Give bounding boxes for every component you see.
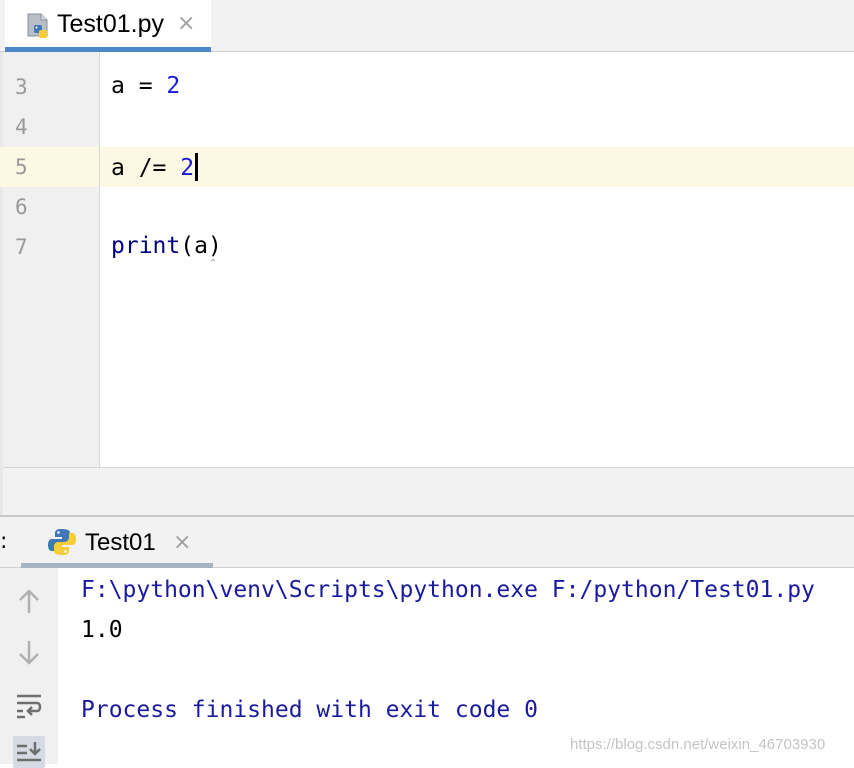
line-number: 3: [15, 75, 28, 99]
line-number-gutter[interactable]: 3 4 5 6 7: [3, 52, 100, 467]
code-line[interactable]: print(a): [0, 227, 854, 267]
editor-tab-bar: Test01.py ×: [0, 0, 854, 52]
console-output[interactable]: F:\python\venv\Scripts\python.exe F:/pyt…: [58, 568, 854, 764]
code-line-current[interactable]: a /= 2: [0, 147, 854, 187]
python-icon: [48, 529, 76, 555]
code-text: a = 2: [111, 73, 181, 99]
editor-status-strip: [3, 467, 854, 516]
code-line[interactable]: [0, 187, 854, 227]
inspection-squiggle-icon: ⌃: [209, 258, 218, 269]
close-icon[interactable]: ×: [177, 11, 195, 36]
line-number: 5: [15, 155, 28, 179]
line-number: 4: [15, 115, 28, 139]
code-line[interactable]: a = 2: [0, 67, 854, 107]
watermark: https://blog.csdn.net/weixin_46703930: [570, 736, 826, 753]
close-icon[interactable]: ×: [173, 530, 191, 555]
editor-tab-test01[interactable]: Test01.py ×: [5, 0, 211, 52]
code-line[interactable]: [0, 107, 854, 147]
code-text: print(a): [111, 233, 222, 259]
run-panel-prefix: :: [0, 529, 8, 554]
up-arrow-icon[interactable]: [13, 585, 45, 617]
line-number: 7: [15, 235, 28, 259]
text-caret: [195, 153, 199, 181]
console-output-line: 1.0: [81, 617, 123, 643]
run-tab-label: Test01: [85, 529, 156, 556]
run-tab-bar: : Test01 ×: [0, 517, 854, 568]
soft-wrap-icon[interactable]: [13, 689, 45, 721]
console-exit-message: Process finished with exit code 0: [81, 697, 538, 723]
code-text: a /= 2: [111, 153, 199, 181]
scroll-to-end-icon[interactable]: [13, 736, 45, 768]
run-toolbar: [0, 568, 58, 768]
line-number: 6: [15, 195, 28, 219]
console-command: F:\python\venv\Scripts\python.exe F:/pyt…: [81, 577, 815, 603]
run-tab-test01[interactable]: Test01 ×: [21, 517, 213, 568]
editor-tab-label: Test01.py: [57, 10, 165, 38]
down-arrow-icon[interactable]: [13, 637, 45, 669]
python-file-icon: [27, 13, 48, 38]
